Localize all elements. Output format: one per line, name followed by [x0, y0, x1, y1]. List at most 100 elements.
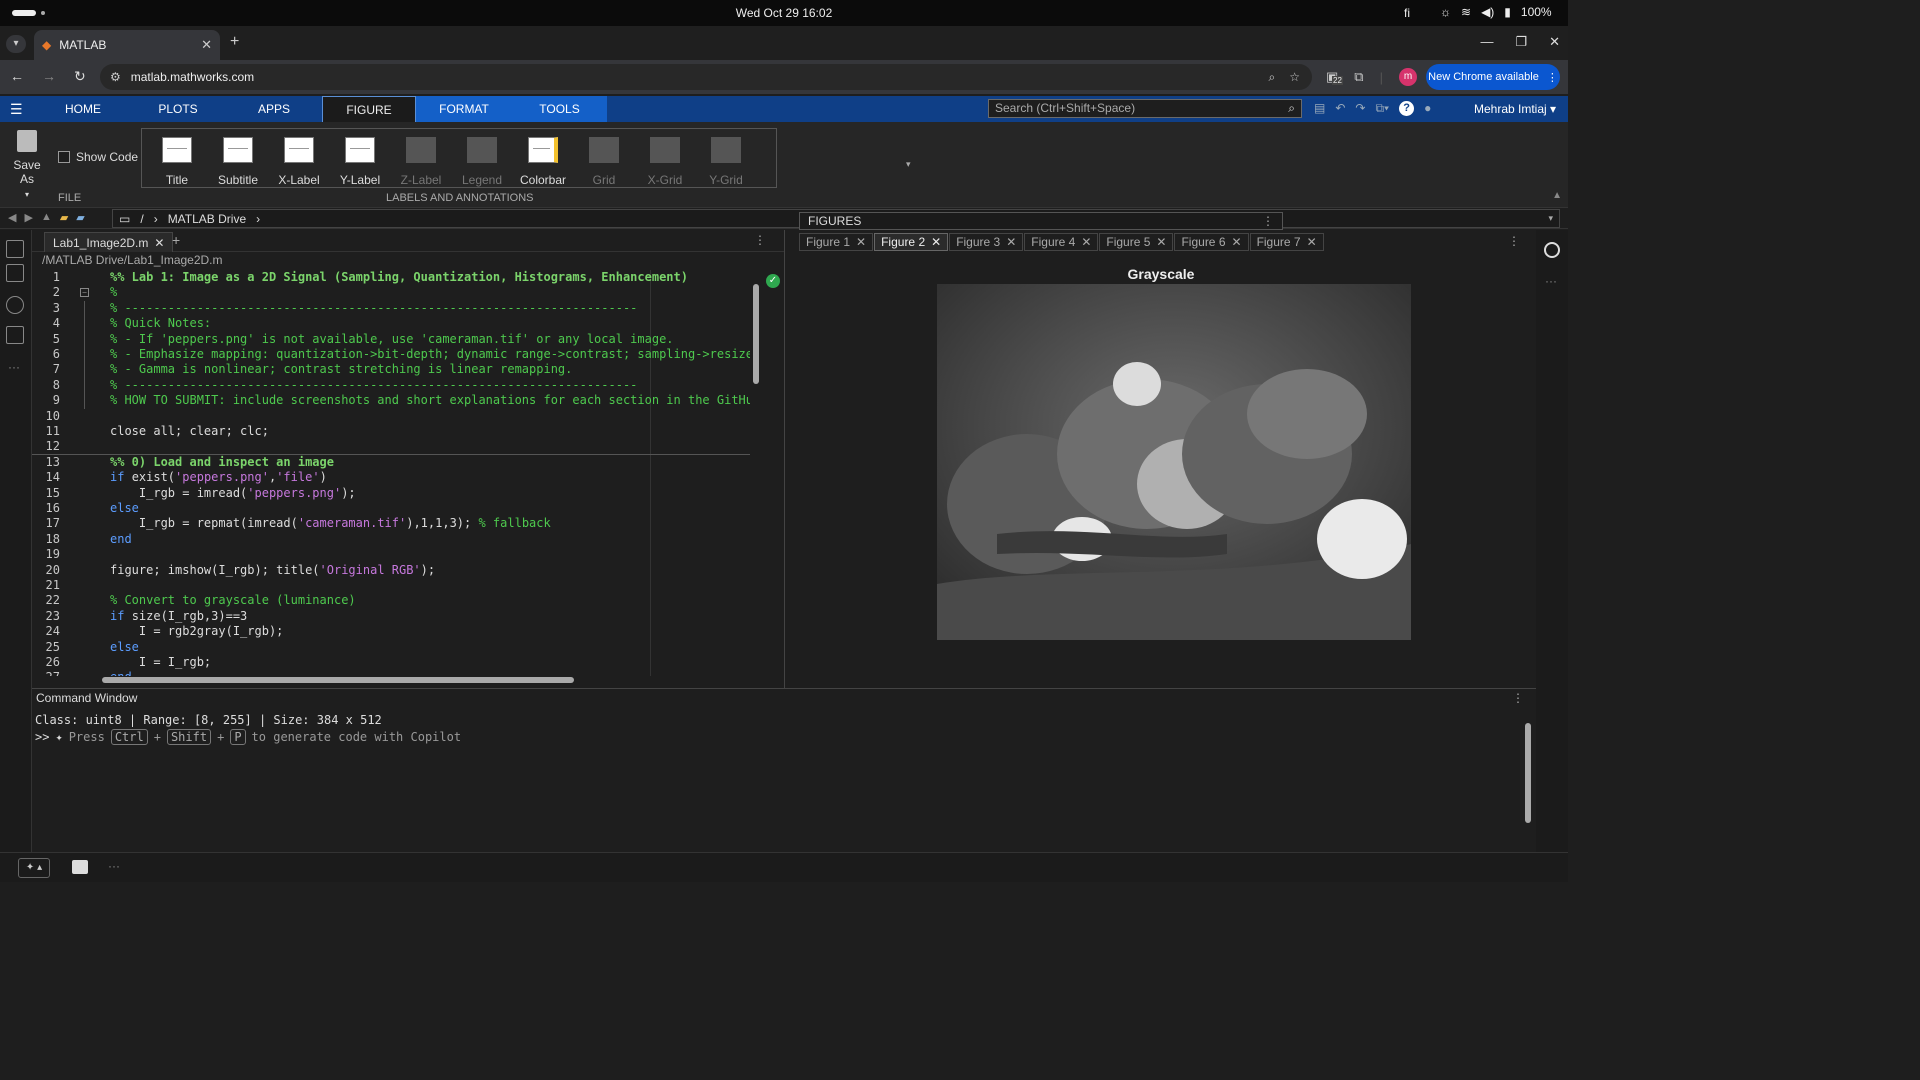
code-line[interactable]: 7 % - Gamma is nonlinear; contrast stretc…: [32, 362, 750, 377]
puzzle-icon[interactable]: ⧉: [1354, 69, 1363, 85]
code-line[interactable]: 17 I_rgb = repmat(imread('cameraman.tif'…: [32, 516, 750, 531]
show-code-checkbox[interactable]: Show Code: [58, 150, 138, 164]
path-folder[interactable]: MATLAB Drive: [168, 212, 246, 226]
code-line[interactable]: 25 else: [32, 640, 750, 655]
figure-tab[interactable]: Figure 4 ✕: [1024, 233, 1099, 251]
line-number[interactable]: 6: [32, 347, 60, 362]
code-line[interactable]: 16 else: [32, 501, 750, 516]
figure-tab[interactable]: Figure 5 ✕: [1099, 233, 1174, 251]
os-clock[interactable]: Wed Oct 29 16:02: [0, 6, 1568, 20]
close-figure-icon[interactable]: ✕: [1006, 234, 1016, 250]
undo-icon[interactable]: ↶: [1335, 101, 1345, 116]
line-number[interactable]: 4: [32, 316, 60, 331]
ylabel-button[interactable]: Y-Label: [331, 137, 389, 187]
line-number[interactable]: 27: [32, 670, 60, 676]
command-window-scrollbar[interactable]: [1524, 713, 1532, 843]
notification-icon[interactable]: ●: [1424, 101, 1431, 116]
editor-vertical-scrollbar[interactable]: [752, 270, 760, 674]
editor-file-tab[interactable]: Lab1_Image2D.m ✕: [44, 232, 174, 252]
close-figure-icon[interactable]: ✕: [1081, 234, 1091, 250]
line-number[interactable]: 1: [32, 270, 60, 285]
line-number[interactable]: 3: [32, 301, 60, 316]
matlab-search-box[interactable]: Search (Ctrl+Shift+Space) ⌕: [988, 99, 1302, 118]
scroll-thumb[interactable]: [753, 284, 759, 384]
extension-icon[interactable]: ▣22: [1326, 69, 1343, 85]
back-icon[interactable]: ←: [10, 68, 24, 85]
grid-button[interactable]: Grid: [575, 137, 633, 187]
close-figure-icon[interactable]: ✕: [1307, 234, 1317, 250]
files-panel-icon[interactable]: [6, 240, 24, 258]
more-panels-icon[interactable]: ···: [8, 360, 20, 374]
close-figure-icon[interactable]: ✕: [856, 234, 866, 250]
copilot-icon[interactable]: [1544, 242, 1560, 258]
keyboard-layout[interactable]: fi: [1404, 6, 1410, 20]
save-as-button[interactable]: Save As ▾: [6, 130, 48, 200]
code-line[interactable]: 26 I = I_rgb;: [32, 655, 750, 670]
minimize-icon[interactable]: —: [1480, 34, 1493, 50]
code-line[interactable]: 23 if size(I_rgb,3)==3: [32, 609, 750, 624]
figure-tab[interactable]: Figure 7 ✕: [1249, 233, 1324, 251]
browse-folder-2-icon[interactable]: ▰: [76, 211, 84, 224]
url-text[interactable]: matlab.mathworks.com: [131, 70, 1259, 84]
bookmark-star-icon[interactable]: ☆: [1289, 70, 1300, 85]
forward-icon[interactable]: →: [42, 68, 56, 85]
line-number[interactable]: 21: [32, 578, 60, 593]
close-file-icon[interactable]: ✕: [154, 233, 164, 252]
new-file-icon[interactable]: +: [172, 232, 180, 248]
tab-apps[interactable]: APPS: [244, 96, 304, 122]
new-chrome-available-button[interactable]: New Chrome available ⋮: [1426, 64, 1560, 90]
scroll-thumb[interactable]: [1525, 723, 1531, 823]
code-line[interactable]: 18 end: [32, 532, 750, 547]
code-line[interactable]: 22 % Convert to grayscale (luminance): [32, 593, 750, 608]
path-dropdown-icon[interactable]: ▾: [1548, 213, 1553, 224]
tab-search-button[interactable]: ▾: [6, 35, 26, 53]
code-line[interactable]: 2%: [32, 285, 750, 300]
figure-tab[interactable]: Figure 2 ✕: [874, 233, 949, 251]
figure-tab[interactable]: Figure 1 ✕: [799, 233, 874, 251]
tab-figure[interactable]: FIGURE: [322, 96, 416, 122]
editor-options-icon[interactable]: ⋮: [754, 233, 766, 247]
close-tab-icon[interactable]: ✕: [201, 37, 212, 53]
line-number[interactable]: 15: [32, 486, 60, 501]
code-line[interactable]: 9 % HOW TO SUBMIT: include screenshots an…: [32, 393, 750, 408]
more-right-panels-icon[interactable]: ···: [1545, 274, 1557, 288]
status-more-icon[interactable]: ···: [108, 859, 120, 873]
figure-options-icon[interactable]: ⋮: [1508, 234, 1520, 248]
code-line[interactable]: 13 %% 0) Load and inspect an image: [32, 455, 750, 470]
zoom-icon[interactable]: ⌕: [1269, 70, 1276, 85]
zlabel-button[interactable]: Z-Label: [392, 137, 450, 187]
menu-icon[interactable]: ☰: [10, 101, 23, 118]
workspace-panel-icon[interactable]: [6, 264, 24, 282]
folder-back-icon[interactable]: ◀: [8, 211, 16, 224]
code-line[interactable]: 1 %% Lab 1: Image as a 2D Signal (Samplin…: [32, 270, 750, 285]
command-window[interactable]: Command Window ⋮ Class: uint8 | Range: […: [32, 688, 1536, 852]
code-line[interactable]: 19: [32, 547, 750, 562]
save-icon[interactable]: ▤: [1314, 101, 1325, 116]
path-root[interactable]: /: [140, 212, 143, 226]
command-window-options-icon[interactable]: ⋮: [1512, 691, 1524, 705]
ygrid-button[interactable]: Y-Grid: [697, 137, 755, 187]
copilot-status-button[interactable]: ✦ ▴: [18, 858, 50, 878]
scroll-thumb[interactable]: [102, 677, 574, 683]
legend-button[interactable]: Legend: [453, 137, 511, 187]
code-line[interactable]: 10: [32, 409, 750, 424]
line-number[interactable]: 7: [32, 362, 60, 377]
line-number[interactable]: 24: [32, 624, 60, 639]
line-number[interactable]: 5: [32, 332, 60, 347]
code-line[interactable]: 14 if exist('peppers.png','file'): [32, 470, 750, 485]
line-number[interactable]: 19: [32, 547, 60, 562]
code-line[interactable]: 6 % - Emphasize mapping: quantization->bi…: [32, 347, 750, 362]
code-analyzer-ok-icon[interactable]: ✓: [766, 274, 780, 288]
code-line[interactable]: 3 % -------------------------------------…: [32, 301, 750, 316]
line-number[interactable]: 12: [32, 439, 60, 454]
restore-icon[interactable]: ❐: [1515, 34, 1527, 50]
figure-tab[interactable]: Figure 6 ✕: [1174, 233, 1249, 251]
code-line[interactable]: 4 % Quick Notes:: [32, 316, 750, 331]
line-number[interactable]: 18: [32, 532, 60, 547]
line-number[interactable]: 8: [32, 378, 60, 393]
browse-folder-icon[interactable]: ▰: [60, 211, 68, 224]
code-line[interactable]: 8 % -------------------------------------…: [32, 378, 750, 393]
line-number[interactable]: 13: [32, 455, 60, 470]
tab-home[interactable]: HOME: [52, 96, 114, 122]
close-figure-icon[interactable]: ✕: [1156, 234, 1166, 250]
